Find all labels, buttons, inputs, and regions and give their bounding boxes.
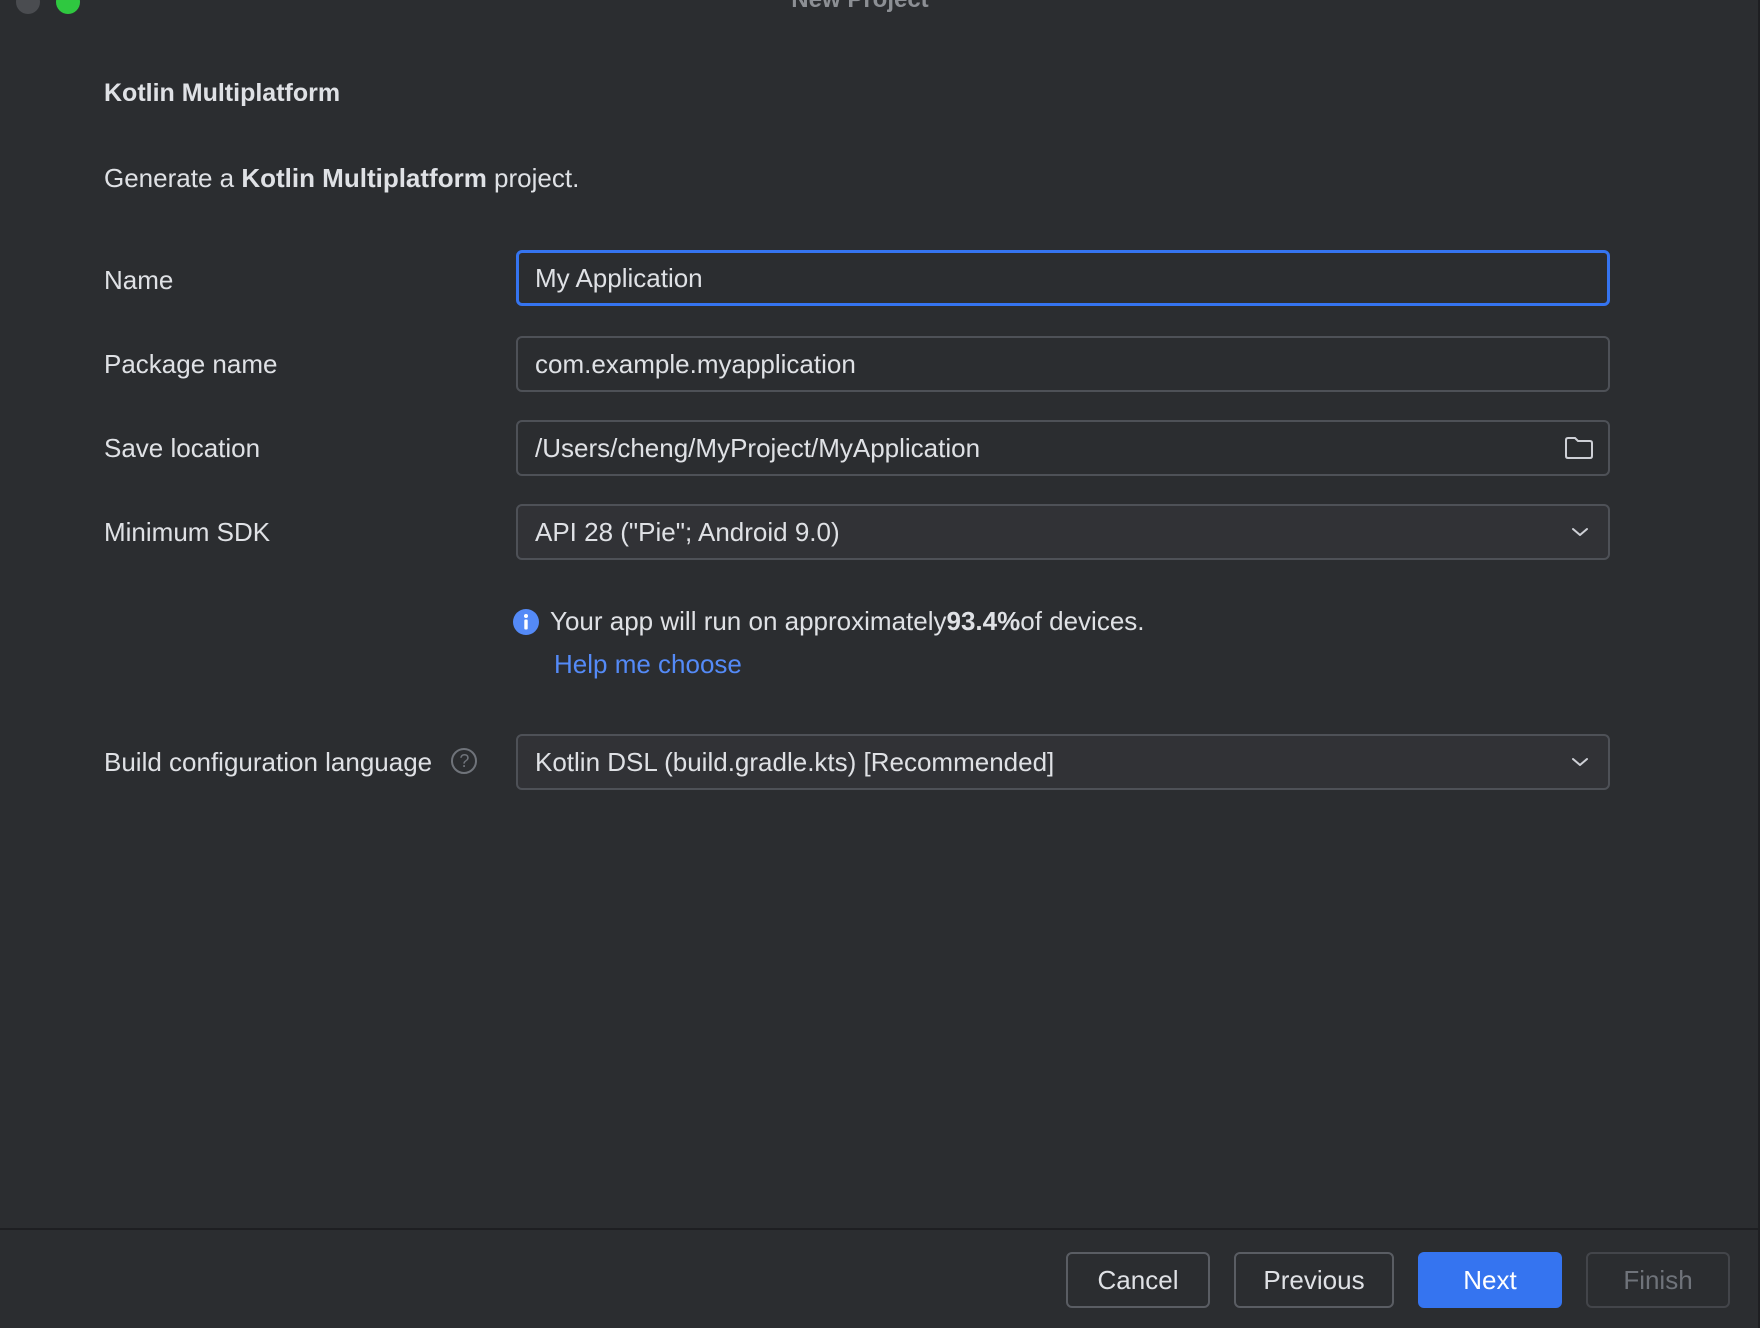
window-title: New Project [0,0,1720,14]
section-title: Kotlin Multiplatform [104,79,341,107]
folder-icon[interactable] [1560,421,1598,475]
chevron-down-icon[interactable] [1558,735,1602,789]
name-input[interactable] [519,253,1607,303]
info-prefix: Your app will run on approximately [550,606,947,636]
question-icon[interactable]: ? [451,748,478,775]
finish-button[interactable]: Finish [1586,1252,1730,1308]
package-name-input[interactable] [518,338,1608,390]
subtitle-bold: Kotlin Multiplatform [241,163,487,193]
subtitle-suffix: project. [486,163,580,193]
minimum-sdk-value: API 28 ("Pie"; Android 9.0) [535,516,840,547]
save-location-label: Save location [104,433,261,463]
help-me-choose-link[interactable]: Help me choose [554,649,742,680]
new-project-window: New Project Kotlin Multiplatform Generat… [0,0,1760,1328]
subtitle-prefix: Generate a [104,163,242,193]
coverage-percent: 93.4% [946,606,1021,636]
minimum-sdk-label: Minimum SDK [104,517,271,547]
page-subtitle: Generate a Kotlin Multiplatform project. [104,163,579,194]
save-location-input[interactable] [518,422,1561,474]
build-config-language-label: Build configuration language ? [104,747,478,778]
device-coverage-info: Your app will run on approximately 93.4%… [512,606,1145,637]
build-config-language-text: Build configuration language [104,747,433,777]
footer-divider [0,1228,1758,1230]
minimum-sdk-dropdown[interactable]: API 28 ("Pie"; Android 9.0) [516,504,1610,560]
info-suffix: of devices. [1020,606,1145,636]
save-location-field[interactable] [516,420,1610,476]
build-config-language-dropdown[interactable]: Kotlin DSL (build.gradle.kts) [Recommend… [516,734,1610,790]
previous-button[interactable]: Previous [1234,1252,1394,1308]
cancel-button[interactable]: Cancel [1066,1252,1210,1308]
name-field[interactable] [516,250,1610,306]
package-name-label: Package name [104,349,278,379]
info-icon [513,608,539,635]
next-button[interactable]: Next [1418,1252,1562,1308]
chevron-down-icon[interactable] [1558,505,1602,559]
build-config-language-value: Kotlin DSL (build.gradle.kts) [Recommend… [535,746,1055,777]
package-name-field[interactable] [516,336,1610,392]
name-label: Name [104,265,174,295]
